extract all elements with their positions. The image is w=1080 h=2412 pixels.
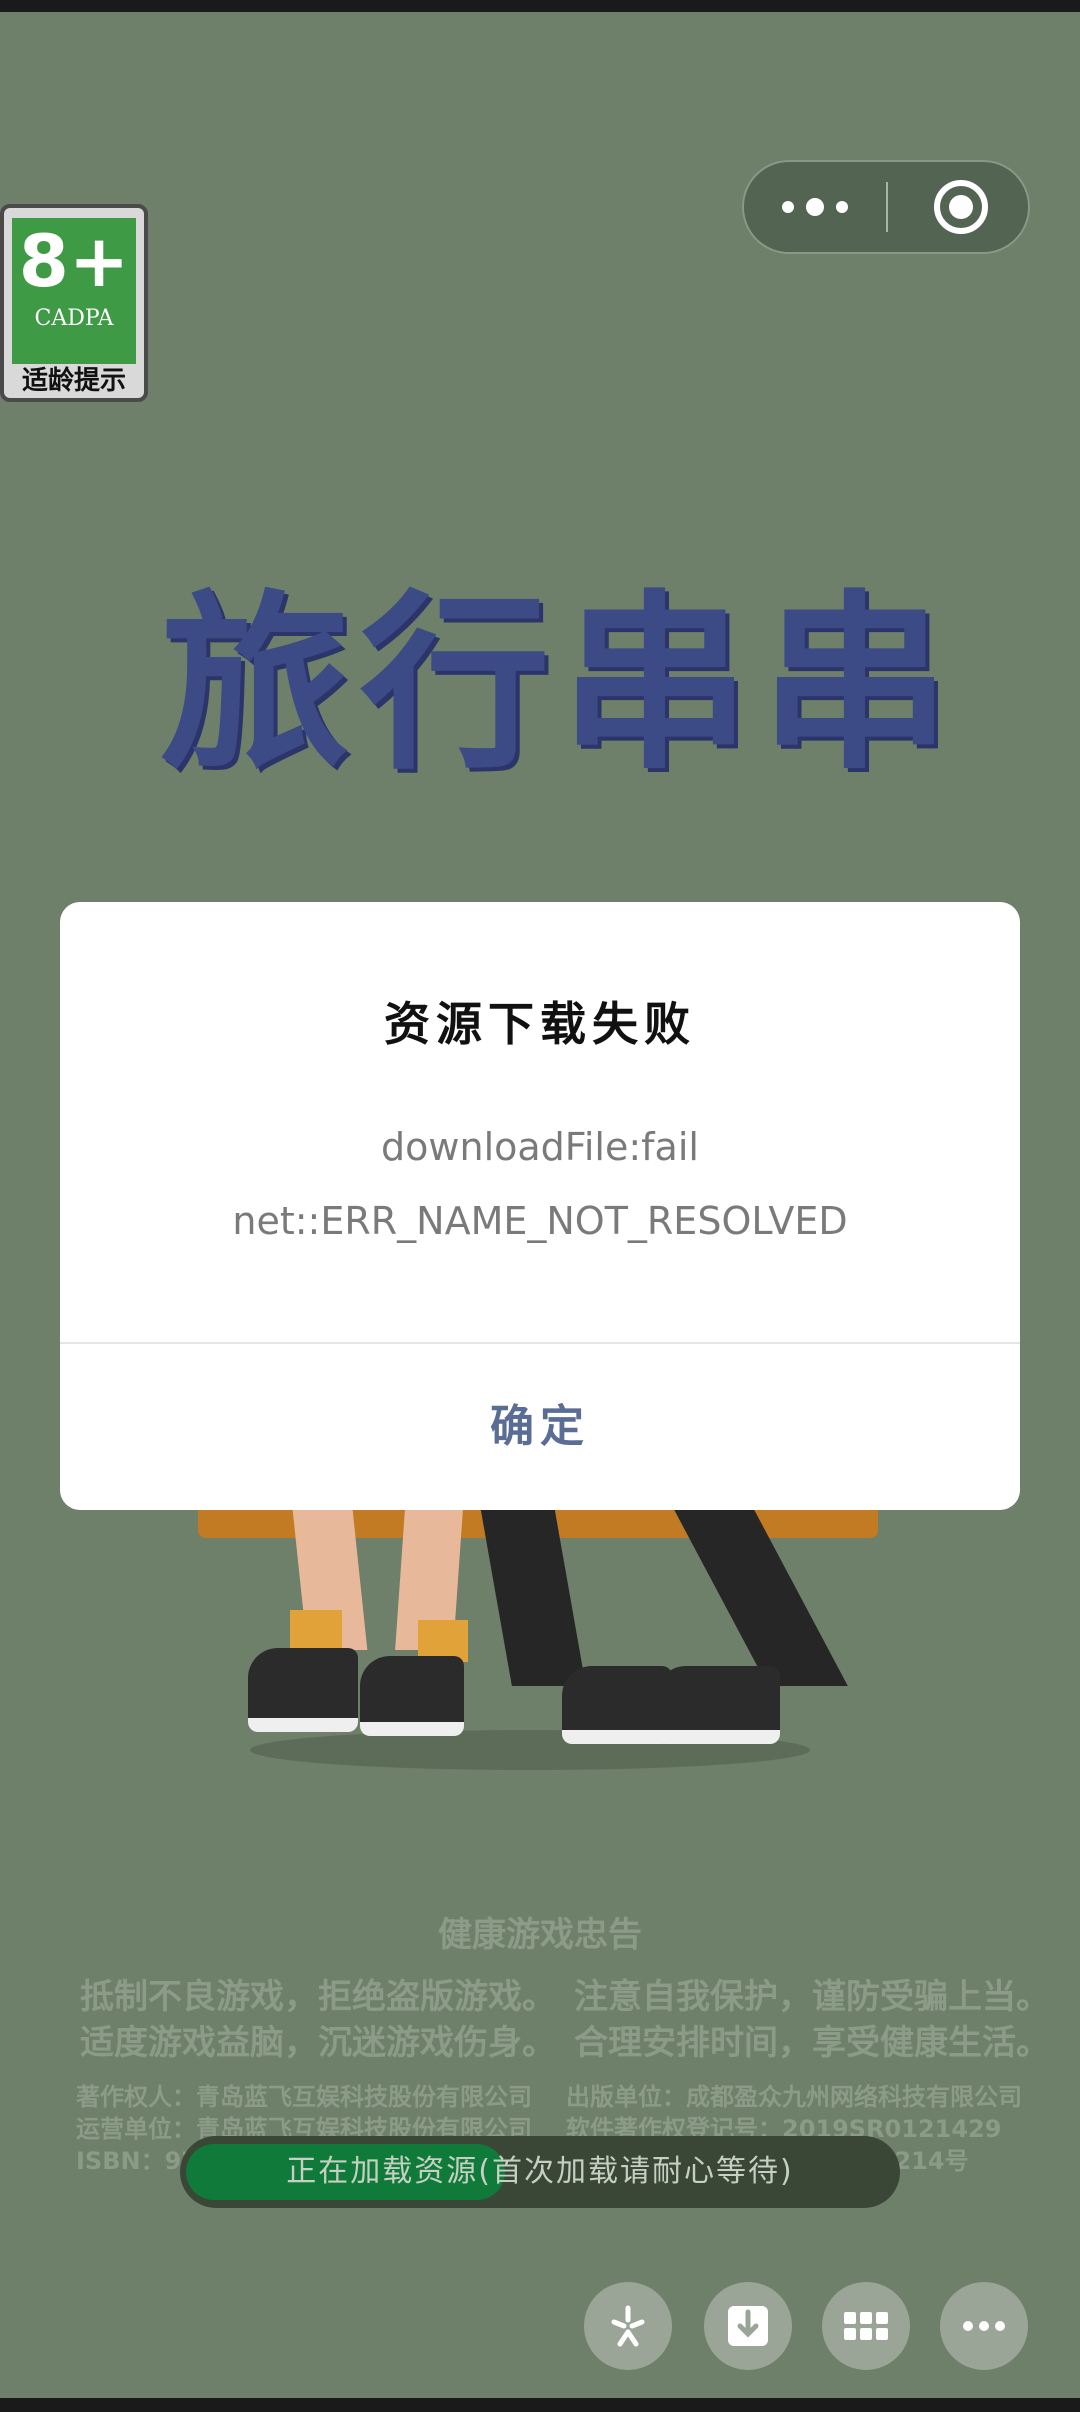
dialog-title: 资源下载失败 — [384, 997, 696, 1051]
confirm-button[interactable]: 确定 — [60, 1344, 1020, 1510]
dialog-message: downloadFile:fail net::ERR_NAME_NOT_RESO… — [60, 1110, 1020, 1258]
dialog-message-line: downloadFile:fail — [381, 1125, 699, 1169]
dialog-message-line: net::ERR_NAME_NOT_RESOLVED — [232, 1199, 848, 1243]
error-dialog: 资源下载失败 downloadFile:fail net::ERR_NAME_N… — [60, 902, 1020, 1510]
